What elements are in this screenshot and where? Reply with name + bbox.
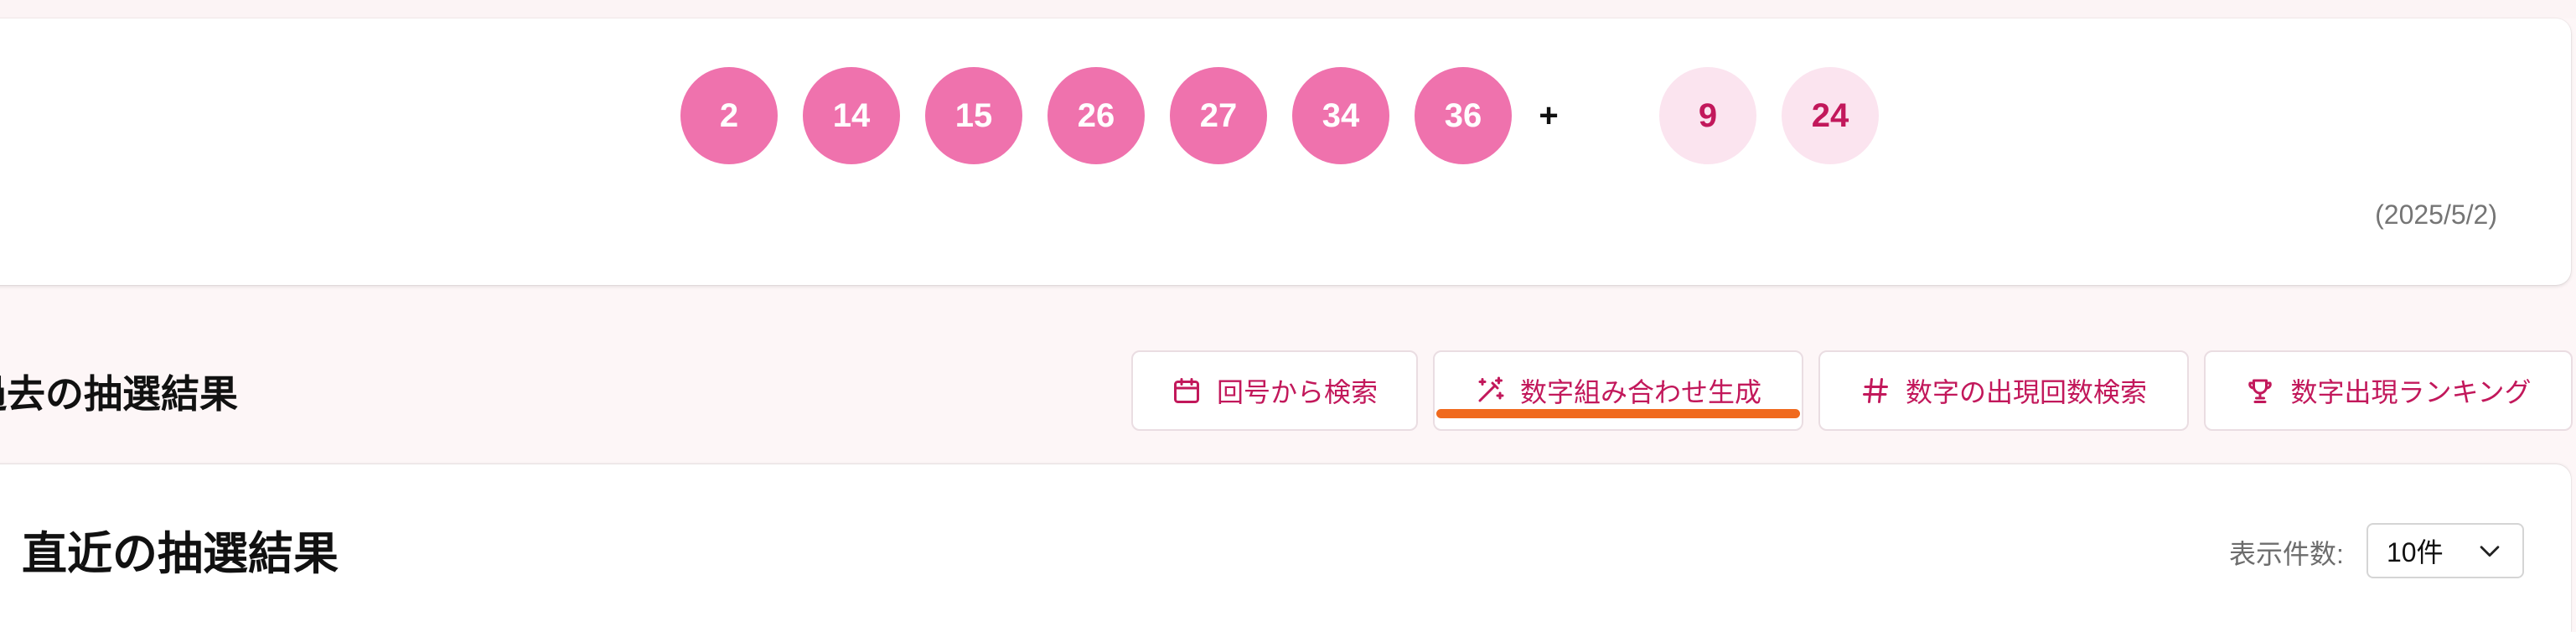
past-results-title: 過去の抽選結果: [0, 372, 238, 416]
calendar-icon: [1173, 378, 1199, 403]
top-strip: [0, 0, 2576, 18]
main-number-ball: 36: [1415, 67, 1512, 164]
nav-button-label: 数字の出現回数検索: [1905, 377, 2147, 407]
hash-icon: [1862, 378, 1888, 403]
main-number-ball: 27: [1170, 67, 1267, 164]
nav-button-label: 数字組み合わせ生成: [1519, 377, 1761, 407]
chevron-down-icon: [2480, 546, 2500, 557]
main-number-ball: 34: [1292, 67, 1389, 164]
number-ranking-button[interactable]: 数字出現ランキング: [2204, 350, 2573, 431]
bonus-number-ball: 24: [1782, 67, 1879, 164]
plus-sign: +: [1539, 96, 1559, 134]
number-frequency-search-button[interactable]: 数字の出現回数検索: [1818, 350, 2189, 431]
latest-draw-card: 2 14 15 26 27 34 36 + 9 24 (2025/5/2): [0, 18, 2571, 285]
display-count-value: 10件: [2387, 537, 2444, 567]
nav-button-label: 回号から検索: [1216, 377, 1378, 407]
recent-results-title: 直近の抽選結果: [22, 529, 339, 579]
trophy-icon: [2248, 379, 2273, 403]
draw-date: (2025/5/2): [2375, 199, 2497, 230]
number-combination-button[interactable]: 数字組み合わせ生成: [1433, 350, 1803, 431]
main-number-ball: 14: [803, 67, 900, 164]
nav-button-label: 数字出現ランキング: [2290, 377, 2532, 407]
magic-wand-icon: [1478, 376, 1504, 402]
active-tab-underline: [1436, 409, 1800, 418]
main-number-ball: 15: [925, 67, 1022, 164]
main-number-ball: 26: [1047, 67, 1145, 164]
display-count-select[interactable]: 10件: [2367, 523, 2524, 578]
recent-results-card: [0, 464, 2571, 632]
ball-row: 2 14 15 26 27 34 36 + 9 24: [0, 18, 2571, 285]
display-count-label: 表示件数:: [2229, 539, 2344, 569]
bonus-number-ball: 9: [1659, 67, 1756, 164]
main-number-ball: 2: [680, 67, 778, 164]
search-by-round-button[interactable]: 回号から検索: [1131, 350, 1418, 431]
